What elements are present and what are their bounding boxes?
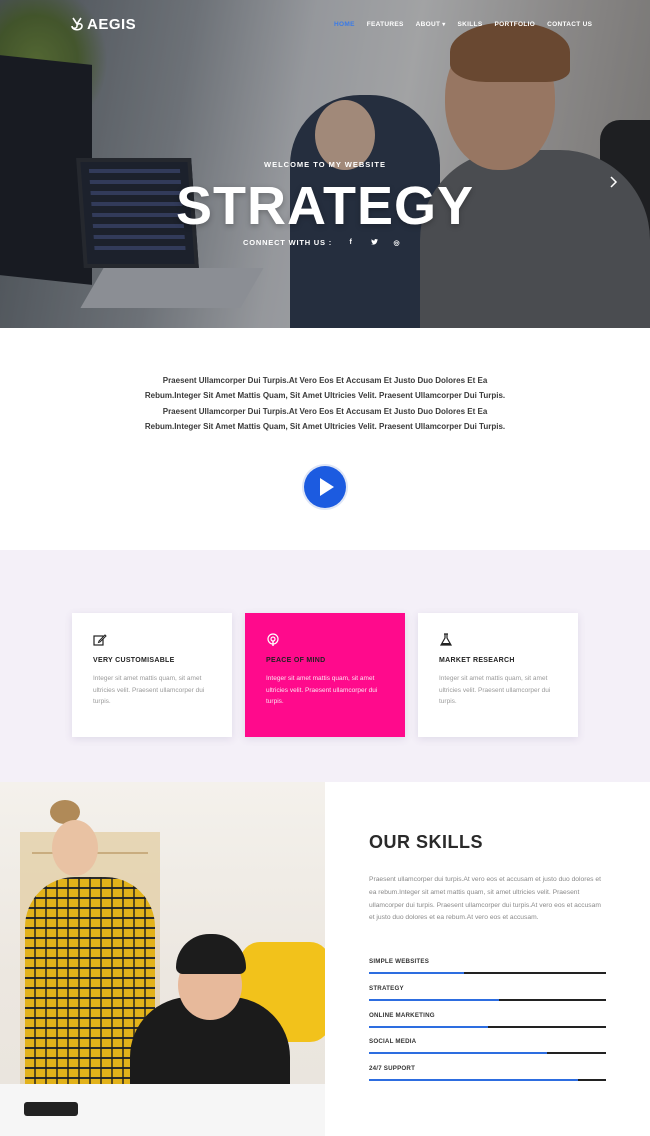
skill-bar (369, 1026, 606, 1028)
skill-bar (369, 1052, 606, 1054)
feature-text: Integer sit amet mattis quam, sit amet u… (266, 675, 378, 706)
woman-face (52, 820, 98, 876)
feature-title: MARKET RESEARCH (439, 657, 515, 664)
twitter-icon[interactable] (370, 238, 378, 247)
skills-section: OUR SKILLS Praesent ullamcorper dui turp… (325, 782, 650, 1136)
phone-image (24, 1102, 78, 1116)
play-icon[interactable] (304, 466, 346, 508)
skill-item: SOCIAL MEDIA (369, 1038, 606, 1054)
man-beanie (176, 934, 246, 974)
feature-card: MARKET RESEARCH Integer sit amet mattis … (418, 613, 578, 737)
connect-row: CONNECT WITH US : f ◎ (243, 238, 401, 247)
logo-icon (70, 17, 84, 33)
skill-item: 24/7 SUPPORT (369, 1065, 606, 1081)
hero-title: STRATEGY (175, 176, 474, 236)
skill-item: SIMPLE WEBSITES (369, 958, 606, 974)
skill-bar-fill (369, 972, 464, 974)
feature-title: VERY CUSTOMISABLE (93, 657, 175, 664)
skill-bar-fill (369, 1079, 578, 1081)
feature-text: Integer sit amet mattis quam, sit amet u… (439, 675, 551, 706)
skill-item: ONLINE MARKETING (369, 1012, 606, 1028)
skill-bar-fill (369, 1052, 547, 1054)
skill-bar (369, 972, 606, 974)
skill-label: ONLINE MARKETING (369, 1012, 435, 1019)
feature-text: Integer sit amet mattis quam, sit amet u… (93, 675, 205, 706)
nav-item-home[interactable]: HOME (334, 21, 355, 28)
team-photo (0, 782, 325, 1136)
dribbble-icon[interactable]: ◎ (393, 239, 401, 247)
skill-bar (369, 1079, 606, 1081)
edit-icon (93, 633, 107, 647)
skill-bar-fill (369, 999, 500, 1001)
skill-item: STRATEGY (369, 985, 606, 1001)
brand-logo[interactable]: AEGIS (70, 16, 136, 33)
navbar: AEGIS HOME FEATURES ABOUT SKILLS PORTFOL… (0, 0, 650, 52)
nav-item-portfolio[interactable]: PORTFOLIO (494, 21, 535, 28)
hero-subtitle: WELCOME TO MY WEBSITE (264, 160, 386, 169)
feature-card-highlight: PEACE OF MIND Integer sit amet mattis qu… (245, 613, 405, 737)
skill-bar (369, 999, 606, 1001)
brand-name: AEGIS (87, 16, 137, 33)
feature-title: PEACE OF MIND (266, 657, 326, 664)
chevron-right-icon[interactable] (610, 175, 618, 191)
skills-title: OUR SKILLS (369, 832, 484, 852)
podcast-icon (266, 633, 280, 647)
intro-text: Praesent Ullamcorper Dui Turpis.At Vero … (144, 376, 506, 432)
nav-item-skills[interactable]: SKILLS (458, 21, 483, 28)
nav-item-contact[interactable]: CONTACT US (547, 21, 592, 28)
skill-label: STRATEGY (369, 985, 404, 992)
facebook-icon[interactable]: f (347, 239, 355, 246)
nav-item-features[interactable]: FEATURES (367, 21, 404, 28)
main-nav: HOME FEATURES ABOUT SKILLS PORTFOLIO CON… (334, 21, 604, 28)
skill-label: 24/7 SUPPORT (369, 1065, 416, 1072)
skill-label: SOCIAL MEDIA (369, 1038, 417, 1045)
hero-section: AEGIS HOME FEATURES ABOUT SKILLS PORTFOL… (0, 0, 650, 328)
flask-icon (439, 633, 453, 647)
skill-label: SIMPLE WEBSITES (369, 958, 430, 965)
skills-description: Praesent ullamcorper dui turpis.At vero … (369, 876, 601, 922)
feature-card: VERY CUSTOMISABLE Integer sit amet matti… (72, 613, 232, 737)
connect-label: CONNECT WITH US : (243, 238, 333, 247)
nav-item-about[interactable]: ABOUT (416, 21, 446, 28)
skill-bar-fill (369, 1026, 488, 1028)
